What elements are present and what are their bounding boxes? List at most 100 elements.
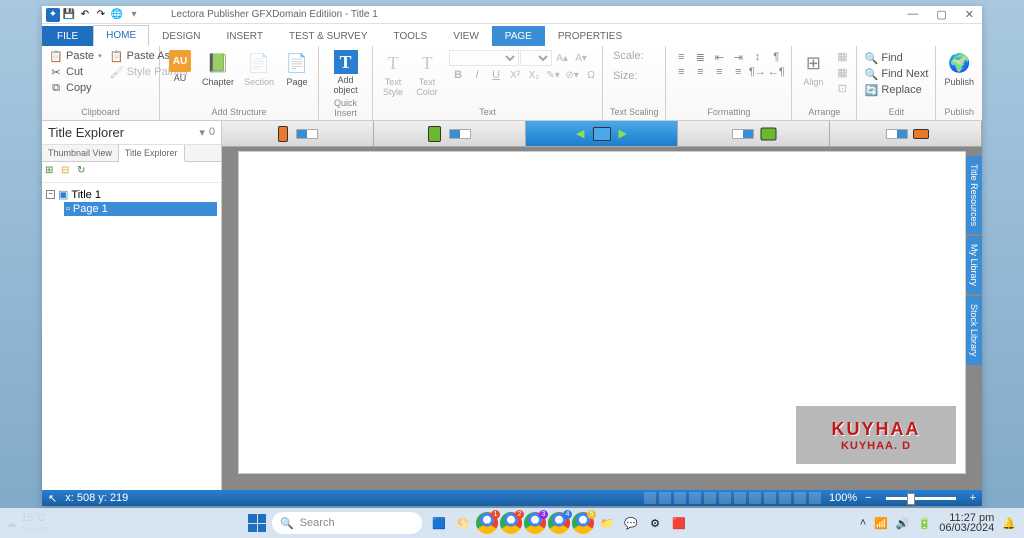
volume-icon[interactable]: 🔊 [896, 517, 910, 530]
align-button[interactable]: ⊞Align [796, 48, 830, 89]
tab-view[interactable]: VIEW [440, 26, 492, 46]
group-button[interactable]: ⊡ [832, 80, 852, 96]
numbering-button[interactable]: ≣ [691, 50, 709, 64]
zoom-slider[interactable] [886, 497, 956, 500]
explorer-icon[interactable]: 📁 [596, 512, 618, 534]
publish-button[interactable]: 🌍Publish [940, 48, 978, 89]
side-tab-stocklibrary[interactable]: Stock Library [966, 296, 982, 365]
tab-properties[interactable]: PROPERTIES [545, 26, 635, 46]
pin-icon[interactable]: ▾ [199, 126, 205, 139]
chrome-icon[interactable]: 5 [572, 512, 594, 534]
tab-tools[interactable]: TOOLS [381, 26, 441, 46]
sb-icon[interactable] [794, 492, 806, 504]
bullets-button[interactable]: ≡ [672, 50, 690, 64]
device-phone-portrait[interactable] [222, 121, 374, 146]
subscript-button[interactable]: X₂ [525, 67, 543, 83]
section-button[interactable]: 📄Section [240, 48, 278, 89]
sb-icon[interactable] [659, 492, 671, 504]
replace-button[interactable]: 🔄Replace [861, 82, 931, 98]
device-tablet-landscape[interactable] [678, 121, 830, 146]
grow-font-icon[interactable]: A▴ [553, 50, 571, 66]
tab-title-explorer[interactable]: Title Explorer [119, 145, 185, 162]
shrink-font-icon[interactable]: A▾ [572, 50, 590, 66]
chrome-icon[interactable]: 4 [548, 512, 570, 534]
font-size-select[interactable] [520, 50, 552, 66]
tab-page-context[interactable]: PAGE [492, 26, 545, 46]
bold-button[interactable]: B [449, 67, 467, 83]
wifi-icon[interactable]: 📶 [874, 517, 888, 530]
refresh-icon[interactable]: ↻ [77, 165, 91, 179]
page-canvas[interactable]: KUYHAA KUYHAA. D [238, 151, 966, 474]
whatsapp-icon[interactable]: 💬 [620, 512, 642, 534]
tab-design[interactable]: DESIGN [149, 26, 213, 46]
maximize-button[interactable]: ▢ [932, 8, 950, 21]
superscript-button[interactable]: X² [506, 67, 524, 83]
bring-front-button[interactable]: ▦ [832, 48, 852, 64]
clear-format-button[interactable]: ⊘▾ [563, 67, 581, 83]
device-desktop[interactable]: ◀▶ [526, 121, 678, 146]
sb-icon[interactable] [644, 492, 656, 504]
chapter-button[interactable]: 📗Chapter [198, 48, 238, 89]
au-button[interactable]: AUAU [164, 48, 196, 85]
indent-dec-button[interactable]: ⇤ [710, 50, 728, 64]
toggle[interactable] [732, 129, 754, 139]
collapse-icon[interactable]: − [46, 190, 55, 199]
text-style-button[interactable]: TText Style [377, 48, 409, 99]
paragraph-button[interactable]: ¶ [767, 50, 785, 64]
side-tab-mylibrary[interactable]: My Library [966, 236, 982, 294]
tab-home[interactable]: HOME [93, 25, 149, 46]
tab-insert[interactable]: INSERT [213, 26, 276, 46]
chrome-icon[interactable]: 2 [500, 512, 522, 534]
underline-button[interactable]: U [487, 67, 505, 83]
align-center-button[interactable]: ≡ [691, 65, 709, 79]
find-button[interactable]: 🔍Find [861, 50, 931, 66]
sb-icon[interactable] [749, 492, 761, 504]
align-right-button[interactable]: ≡ [710, 65, 728, 79]
next-arrow-icon[interactable]: ▶ [619, 127, 627, 140]
sb-icon[interactable] [734, 492, 746, 504]
prev-arrow-icon[interactable]: ◀ [576, 127, 584, 140]
device-phone-landscape-2[interactable] [830, 121, 982, 146]
tab-thumbnail-view[interactable]: Thumbnail View [42, 145, 119, 161]
chrome-icon[interactable]: 1 [476, 512, 498, 534]
tb-app-icon[interactable]: 🌕 [452, 512, 474, 534]
close-button[interactable]: ✕ [961, 8, 978, 21]
align-left-button[interactable]: ≡ [672, 65, 690, 79]
justify-button[interactable]: ≡ [729, 65, 747, 79]
tray-chevron-icon[interactable]: ˄ [860, 517, 866, 529]
zoom-out-button[interactable]: − [865, 492, 871, 504]
side-tab-resources[interactable]: Title Resources [966, 156, 982, 234]
rtl-button[interactable]: ←¶ [767, 65, 785, 79]
highlight-button[interactable]: ✎▾ [544, 67, 562, 83]
tab-file[interactable]: FILE [42, 26, 93, 46]
sb-icon[interactable] [674, 492, 686, 504]
tb-app-icon[interactable]: 🟥 [668, 512, 690, 534]
sb-icon[interactable] [764, 492, 776, 504]
send-back-button[interactable]: ▦ [832, 64, 852, 80]
font-family-select[interactable] [449, 50, 519, 66]
sb-icon[interactable] [719, 492, 731, 504]
clock[interactable]: 11:27 pm 06/03/2024 [939, 513, 994, 533]
tree-root[interactable]: − ▣ Title 1 [46, 187, 217, 202]
settings-icon[interactable]: ⚙ [644, 512, 666, 534]
italic-button[interactable]: I [468, 67, 486, 83]
ltr-button[interactable]: ¶→ [748, 65, 766, 79]
add-object-button[interactable]: TAdd object [323, 48, 368, 97]
globe-icon[interactable]: 🌐 [110, 8, 124, 22]
paste-button[interactable]: 📋Paste▾ [46, 48, 105, 64]
copy-button[interactable]: ⧉Copy [46, 80, 105, 96]
sb-icon[interactable] [689, 492, 701, 504]
page-button[interactable]: 📄Page [280, 48, 314, 89]
undo-icon[interactable]: ↶ [78, 8, 92, 22]
tab-test-survey[interactable]: TEST & SURVEY [276, 26, 381, 46]
toggle[interactable] [886, 129, 908, 139]
collapse-all-icon[interactable]: ⊟ [61, 165, 75, 179]
expand-all-icon[interactable]: ⊞ [45, 165, 59, 179]
toggle[interactable] [449, 129, 471, 139]
sb-icon[interactable] [704, 492, 716, 504]
line-spacing-button[interactable]: ↕ [748, 50, 766, 64]
tb-app-icon[interactable]: 🟦 [428, 512, 450, 534]
redo-icon[interactable]: ↷ [94, 8, 108, 22]
save-icon[interactable]: 💾 [62, 8, 76, 22]
text-color-button[interactable]: TText Color [411, 48, 443, 99]
